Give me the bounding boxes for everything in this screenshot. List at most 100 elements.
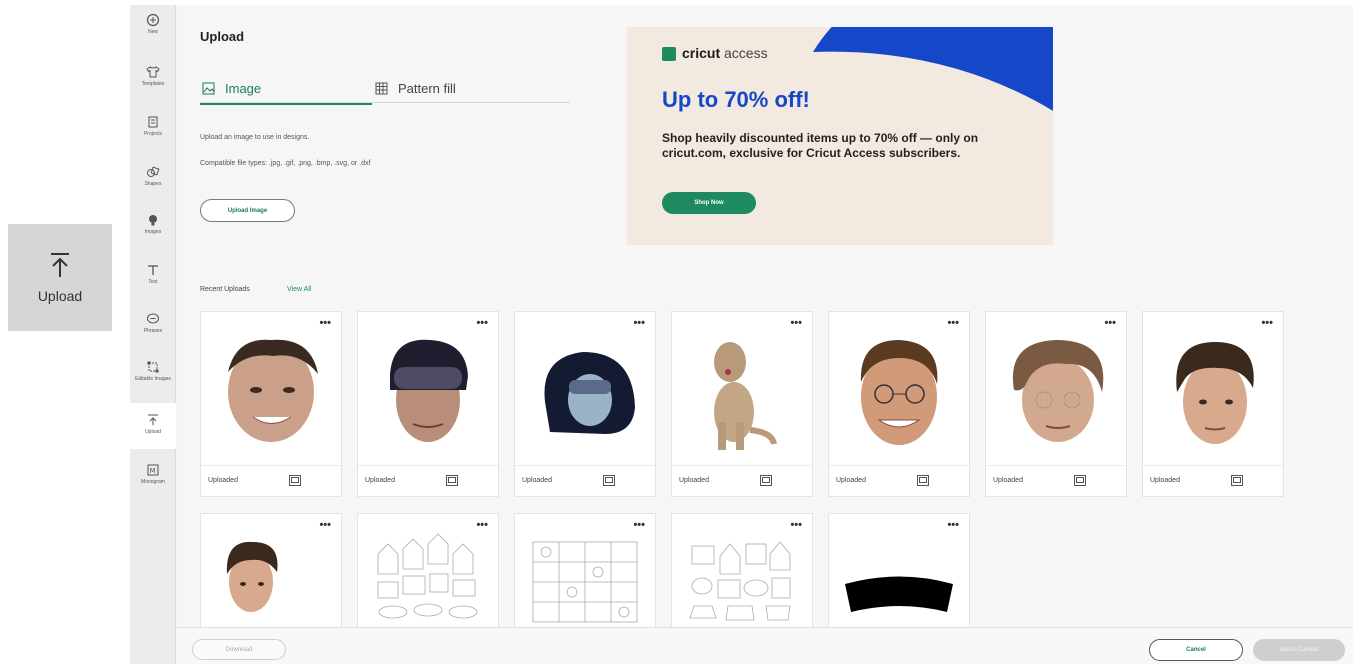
shirt-icon: [146, 66, 160, 78]
more-options-icon[interactable]: •••: [633, 520, 645, 531]
tab-pattern-fill[interactable]: Pattern fill: [375, 73, 456, 103]
upload-card[interactable]: •••: [828, 513, 970, 627]
rail-item-projects[interactable]: Projects: [130, 115, 176, 137]
image-preview-icon[interactable]: [1074, 475, 1086, 486]
tab-pattern-fill-label: Pattern fill: [398, 80, 456, 96]
rail-item-templates[interactable]: Templates: [130, 65, 176, 87]
rail-label: New: [147, 29, 158, 35]
tab-image-label: Image: [225, 80, 262, 96]
download-button[interactable]: Download: [192, 639, 286, 660]
promo-body: Shop heavily discounted items up to 70% …: [662, 131, 979, 160]
more-options-icon[interactable]: •••: [476, 520, 488, 531]
upload-status: Uploaded: [365, 477, 395, 484]
shop-now-button[interactable]: Shop Now: [662, 192, 756, 214]
card-footer: Uploaded: [358, 465, 498, 496]
lightbulb-icon: [149, 215, 157, 226]
rail-item-text[interactable]: Text: [130, 263, 176, 285]
upload-card[interactable]: ••• Uploaded: [1142, 311, 1284, 497]
panel-title: Upload: [200, 29, 245, 44]
cricut-access-promo[interactable]: cricut access Up to 70% off! Shop heavil…: [627, 27, 1053, 245]
more-options-icon[interactable]: •••: [319, 520, 331, 531]
pattern-sketch-2-image: [689, 541, 791, 621]
rail-label: Images: [144, 229, 162, 235]
rail-item-phrases[interactable]: Phrases: [130, 312, 176, 334]
rail-label: Templates: [141, 81, 165, 87]
rail-item-monogram[interactable]: M Monogram: [130, 463, 176, 485]
more-options-icon[interactable]: •••: [790, 318, 802, 329]
image-preview-icon[interactable]: [760, 475, 772, 486]
image-preview-icon[interactable]: [446, 475, 458, 486]
view-all-link[interactable]: View All: [287, 286, 311, 293]
svg-text:M: M: [150, 467, 156, 475]
more-options-icon[interactable]: •••: [476, 318, 488, 329]
tool-rail: New Templates Projects Shapes Images Tex…: [130, 5, 176, 664]
rail-label: Editable Images: [135, 376, 171, 382]
upload-status: Uploaded: [1150, 477, 1180, 484]
upload-thumbnail: [672, 312, 812, 464]
upload-card[interactable]: ••• Uploaded: [828, 311, 970, 497]
action-bar: Download Cancel Add to Canvas: [177, 627, 1353, 664]
add-to-canvas-button[interactable]: Add to Canvas: [1253, 639, 1345, 661]
upload-callout-label: Upload: [37, 287, 83, 304]
rail-item-shapes[interactable]: Shapes: [130, 165, 176, 187]
upload-card[interactable]: •••: [514, 513, 656, 627]
image-icon: [202, 82, 215, 94]
rail-item-new[interactable]: New: [130, 13, 176, 35]
image-preview-icon[interactable]: [289, 475, 301, 486]
hood-face-image: [544, 352, 635, 434]
promo-blue-shape: [813, 27, 1053, 111]
man-face-image: [860, 340, 938, 445]
image-preview-icon[interactable]: [917, 475, 929, 486]
curly-face-image: [1012, 340, 1104, 442]
upload-thumbnail: [986, 312, 1126, 464]
more-options-icon[interactable]: •••: [319, 318, 331, 329]
more-options-icon[interactable]: •••: [1104, 318, 1116, 329]
upload-card[interactable]: ••• Uploaded: [514, 311, 656, 497]
more-options-icon[interactable]: •••: [947, 318, 959, 329]
dog-image: [714, 342, 777, 450]
rail-label: Phrases: [143, 328, 163, 334]
more-options-icon[interactable]: •••: [1261, 318, 1273, 329]
rail-label: Monogram: [141, 479, 165, 485]
card-footer: Uploaded: [201, 465, 341, 496]
more-options-icon[interactable]: •••: [633, 318, 645, 329]
rail-label: Text: [148, 279, 158, 285]
boy-face-small-image: [226, 541, 278, 612]
upload-callout[interactable]: Upload: [8, 224, 112, 331]
upload-card[interactable]: ••• Uploaded: [200, 311, 342, 497]
text-icon: [148, 265, 158, 275]
upload-icon: [51, 252, 69, 277]
card-footer: Uploaded: [515, 465, 655, 496]
recent-uploads-label: Recent Uploads: [200, 286, 250, 293]
tab-image[interactable]: Image: [200, 73, 372, 105]
upload-icon: [148, 414, 158, 425]
upload-card[interactable]: •••: [200, 513, 342, 627]
image-preview-icon[interactable]: [603, 475, 615, 486]
more-options-icon[interactable]: •••: [947, 520, 959, 531]
upload-card[interactable]: ••• Uploaded: [357, 311, 499, 497]
editable-images-icon: [147, 361, 159, 373]
upload-panel: Upload Image Pattern fill Upload an imag…: [177, 5, 1353, 664]
rail-label: Shapes: [144, 181, 162, 187]
pattern-grid-image: [532, 541, 638, 623]
upload-card[interactable]: •••: [357, 513, 499, 627]
upload-card[interactable]: ••• Uploaded: [671, 311, 813, 497]
upload-image-button[interactable]: Upload Image: [200, 199, 295, 222]
pattern-sketch-image: [377, 533, 478, 619]
rail-item-editable-images[interactable]: Editable Images: [130, 360, 176, 382]
rail-item-images[interactable]: Images: [130, 213, 176, 235]
card-footer: Uploaded: [672, 465, 812, 496]
shapes-icon: [147, 166, 160, 177]
upload-status: Uploaded: [993, 477, 1023, 484]
upload-card[interactable]: ••• Uploaded: [985, 311, 1127, 497]
projects-icon: [148, 116, 158, 128]
more-options-icon[interactable]: •••: [790, 520, 802, 531]
image-preview-icon[interactable]: [1231, 475, 1243, 486]
upload-card[interactable]: •••: [671, 513, 813, 627]
upload-thumbnail: [829, 312, 969, 464]
cancel-button[interactable]: Cancel: [1149, 639, 1243, 661]
upload-status: Uploaded: [208, 477, 238, 484]
rail-item-upload[interactable]: Upload: [130, 403, 176, 449]
boy-face-image: [1176, 342, 1254, 444]
card-footer: Uploaded: [986, 465, 1126, 496]
